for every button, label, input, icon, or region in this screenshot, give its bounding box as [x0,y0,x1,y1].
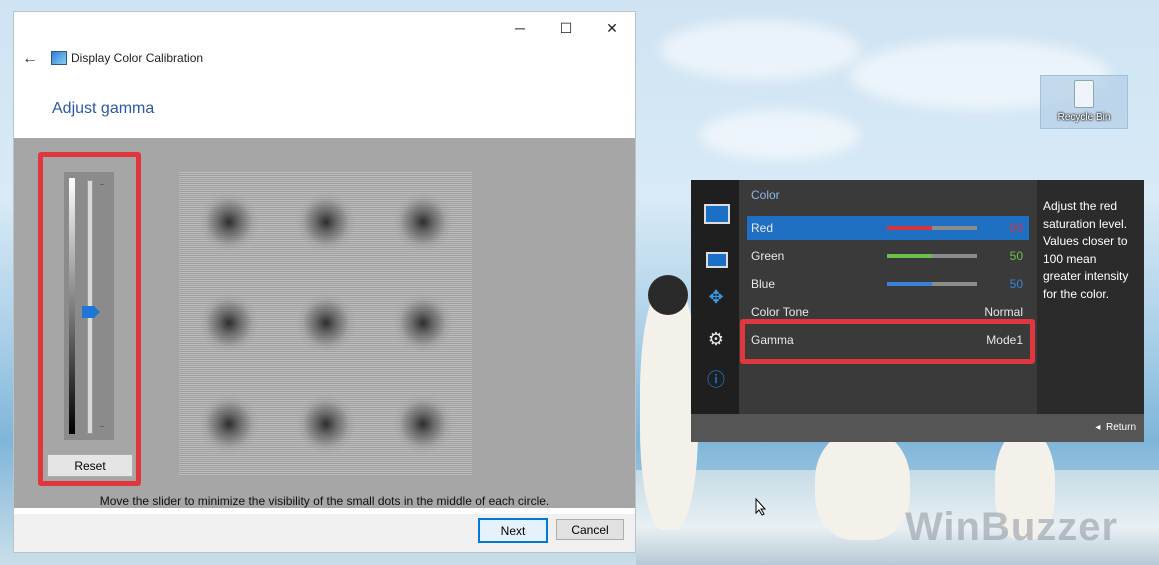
osd-row-green[interactable]: Green 50 [747,244,1029,268]
osd-return-button[interactable]: ◂ Return [1095,422,1136,433]
osd-level-bar [887,282,977,286]
osd-level-bar [887,226,977,230]
osd-row-value: 50 [1009,277,1023,291]
osd-row-label: Blue [751,277,776,291]
monitor-osd-menu: ✥ ⚙ ⓘ Color Red 50 Green 50 Blue 50 Colo… [691,180,1144,442]
recycle-bin-icon [1074,80,1094,108]
page-heading: Adjust gamma [52,100,155,117]
mouse-pointer-icon [755,498,767,516]
gamma-pattern-image [179,172,472,475]
display-calibration-icon [51,51,67,65]
watermark-text: WinBuzzer [905,505,1119,549]
maximize-button[interactable]: ☐ [543,12,589,44]
gear-icon[interactable]: ⚙ [704,328,728,350]
next-button[interactable]: Next [478,518,548,543]
return-label: Return [1105,422,1136,433]
window-controls: ─ ☐ ✕ [497,12,635,44]
osd-sidebar: ✥ ⚙ ⓘ [691,180,739,414]
slider-highlight-box [38,152,141,486]
picture-icon[interactable] [706,252,728,268]
osd-help-text: Adjust the red saturation level. Values … [1043,199,1129,301]
minimize-button[interactable]: ─ [497,12,543,44]
cancel-button[interactable]: Cancel [556,519,624,540]
close-button[interactable]: ✕ [589,12,635,44]
gamma-highlight-box [740,319,1035,364]
info-icon[interactable]: ⓘ [704,368,728,390]
watermark: W [864,505,903,550]
osd-level-fill [887,254,932,258]
osd-row-label: Green [751,249,785,263]
osd-row-value: Normal [984,305,1023,319]
osd-row-value: 50 [1009,221,1023,235]
window-title: Display Color Calibration [71,51,204,65]
osd-row-red[interactable]: Red 50 [747,216,1029,240]
osd-row-value: 50 [1009,249,1023,263]
osd-section-title: Color [751,188,780,202]
osd-level-fill [887,282,932,286]
recycle-bin-shortcut[interactable]: Recycle Bin [1040,75,1128,129]
resize-icon[interactable]: ✥ [704,286,728,308]
osd-level-fill [887,226,932,230]
osd-row-blue[interactable]: Blue 50 [747,272,1029,296]
calibration-window: ─ ☐ ✕ ← Display Color Calibration Adjust… [14,12,635,552]
penguin [640,280,698,530]
back-arrow-icon[interactable]: ← [22,50,38,68]
monitor-icon[interactable] [704,204,730,224]
osd-bottom-bar: ◂ Return [691,414,1144,442]
instruction-text: Move the slider to minimize the visibili… [99,494,550,508]
recycle-bin-label: Recycle Bin [1057,112,1111,123]
osd-row-label: Red [751,221,774,235]
osd-level-bar [887,254,977,258]
osd-row-label: Color Tone [751,305,809,319]
